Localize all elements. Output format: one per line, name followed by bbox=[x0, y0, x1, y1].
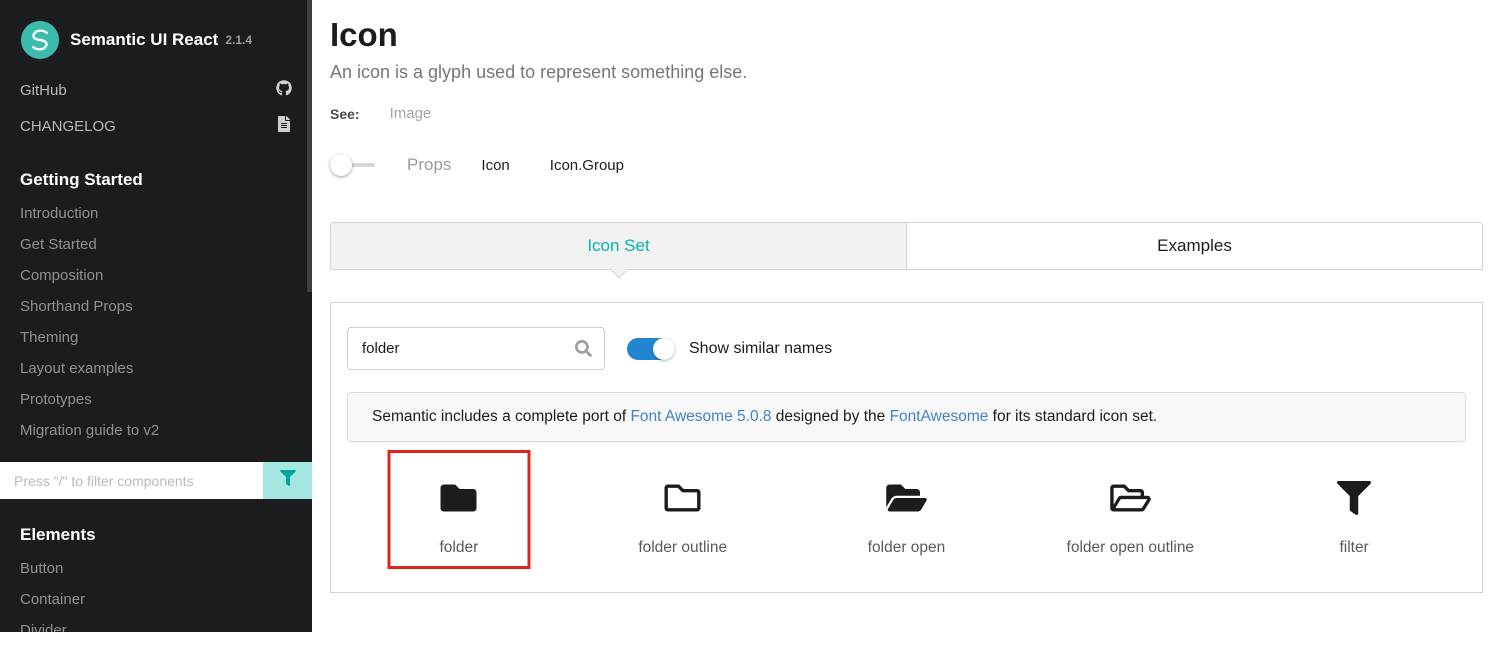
folder-outline-icon bbox=[662, 503, 703, 520]
icon-result-label: filter bbox=[1242, 539, 1466, 557]
font-awesome-version-link[interactable]: Font Awesome 5.0.8 bbox=[630, 408, 771, 425]
app-window: Semantic UI React 2.1.4 GitHub CHANGELOG… bbox=[0, 0, 1499, 632]
icon-result-folder[interactable]: folder bbox=[347, 450, 571, 593]
show-similar-names-toggle[interactable] bbox=[627, 338, 675, 360]
file-icon bbox=[276, 116, 292, 136]
tab-menu: Icon Set Examples bbox=[330, 222, 1483, 270]
component-filter-input[interactable] bbox=[0, 462, 263, 499]
toggle-knob bbox=[653, 338, 675, 360]
app-version: 2.1.4 bbox=[225, 33, 252, 47]
icon-result-folder-outline[interactable]: folder outline bbox=[571, 450, 795, 593]
props-slider-toggle[interactable] bbox=[330, 154, 375, 176]
sidebar-link-changelog[interactable]: CHANGELOG bbox=[0, 108, 312, 144]
icon-result-label: folder outline bbox=[571, 539, 795, 557]
github-icon bbox=[276, 80, 292, 100]
folder-open-icon bbox=[884, 503, 929, 520]
app-title: Semantic UI React bbox=[70, 30, 218, 50]
filter-icon bbox=[1337, 503, 1371, 520]
sidebar-item-divider[interactable]: Divider bbox=[0, 615, 312, 646]
icon-search-row: Show similar names bbox=[347, 327, 1466, 370]
sidebar-item-layout-examples[interactable]: Layout examples bbox=[0, 353, 312, 384]
sidebar-item-introduction[interactable]: Introduction bbox=[0, 198, 312, 229]
see-label: See: bbox=[330, 106, 360, 122]
message-text: designed by the bbox=[772, 408, 890, 425]
changelog-link-label: CHANGELOG bbox=[20, 118, 116, 135]
message-text: Semantic includes a complete port of bbox=[372, 408, 630, 425]
props-link-icon[interactable]: Icon bbox=[481, 157, 509, 174]
slider-knob bbox=[330, 154, 352, 176]
icon-result-folder-open-outline[interactable]: folder open outline bbox=[1018, 450, 1242, 593]
sidebar-item-button[interactable]: Button bbox=[0, 553, 312, 584]
font-awesome-message: Semantic includes a complete port of Fon… bbox=[347, 392, 1466, 442]
show-similar-names-label: Show similar names bbox=[689, 340, 832, 358]
icon-result-filter[interactable]: filter bbox=[1242, 450, 1466, 593]
tab-examples[interactable]: Examples bbox=[906, 223, 1482, 269]
props-toggle-label: Props bbox=[407, 155, 451, 175]
icon-search-input[interactable] bbox=[347, 327, 605, 370]
icon-search-field bbox=[347, 327, 605, 370]
icon-result-label: folder bbox=[347, 539, 571, 557]
sidebar-item-prototypes[interactable]: Prototypes bbox=[0, 384, 312, 415]
sidebar-link-github[interactable]: GitHub bbox=[0, 72, 312, 108]
page-subtitle: An icon is a glyph used to represent som… bbox=[330, 62, 1483, 83]
filter-icon bbox=[280, 470, 296, 491]
component-filter bbox=[0, 462, 312, 499]
icon-result-label: folder open bbox=[795, 539, 1019, 557]
sidebar-item-composition[interactable]: Composition bbox=[0, 260, 312, 291]
github-link-label: GitHub bbox=[20, 82, 67, 99]
sidebar-item-migration-guide[interactable]: Migration guide to v2 bbox=[0, 415, 312, 446]
folder-icon bbox=[438, 503, 479, 520]
page-title: Icon bbox=[330, 16, 1483, 54]
main-content: Icon An icon is a glyph used to represen… bbox=[312, 0, 1499, 632]
fontawesome-link[interactable]: FontAwesome bbox=[890, 408, 989, 425]
folder-open-outline-icon bbox=[1108, 503, 1153, 520]
icon-set-panel: Show similar names Semantic includes a c… bbox=[330, 302, 1483, 593]
sidebar-item-theming[interactable]: Theming bbox=[0, 322, 312, 353]
icon-result-label: folder open outline bbox=[1018, 539, 1242, 557]
sidebar-section-getting-started: Getting Started bbox=[0, 144, 312, 198]
logo-row[interactable]: Semantic UI React 2.1.4 bbox=[0, 12, 312, 72]
props-row: Props Icon Icon.Group bbox=[330, 154, 1483, 176]
sidebar-item-container[interactable]: Container bbox=[0, 584, 312, 615]
filter-button[interactable] bbox=[263, 462, 312, 499]
message-text: for its standard icon set. bbox=[988, 408, 1157, 425]
icon-result-folder-open[interactable]: folder open bbox=[795, 450, 1019, 593]
sidebar: Semantic UI React 2.1.4 GitHub CHANGELOG… bbox=[0, 0, 312, 632]
icon-results-grid: folder folder outline folder open bbox=[347, 450, 1466, 593]
sidebar-item-shorthand-props[interactable]: Shorthand Props bbox=[0, 291, 312, 322]
sidebar-section-elements: Elements bbox=[0, 499, 312, 553]
see-link-image[interactable]: Image bbox=[390, 105, 432, 122]
sidebar-item-get-started[interactable]: Get Started bbox=[0, 229, 312, 260]
props-link-icon-group[interactable]: Icon.Group bbox=[550, 157, 624, 174]
semantic-ui-logo-icon bbox=[20, 20, 60, 60]
see-also-row: See: Image bbox=[330, 105, 1483, 122]
